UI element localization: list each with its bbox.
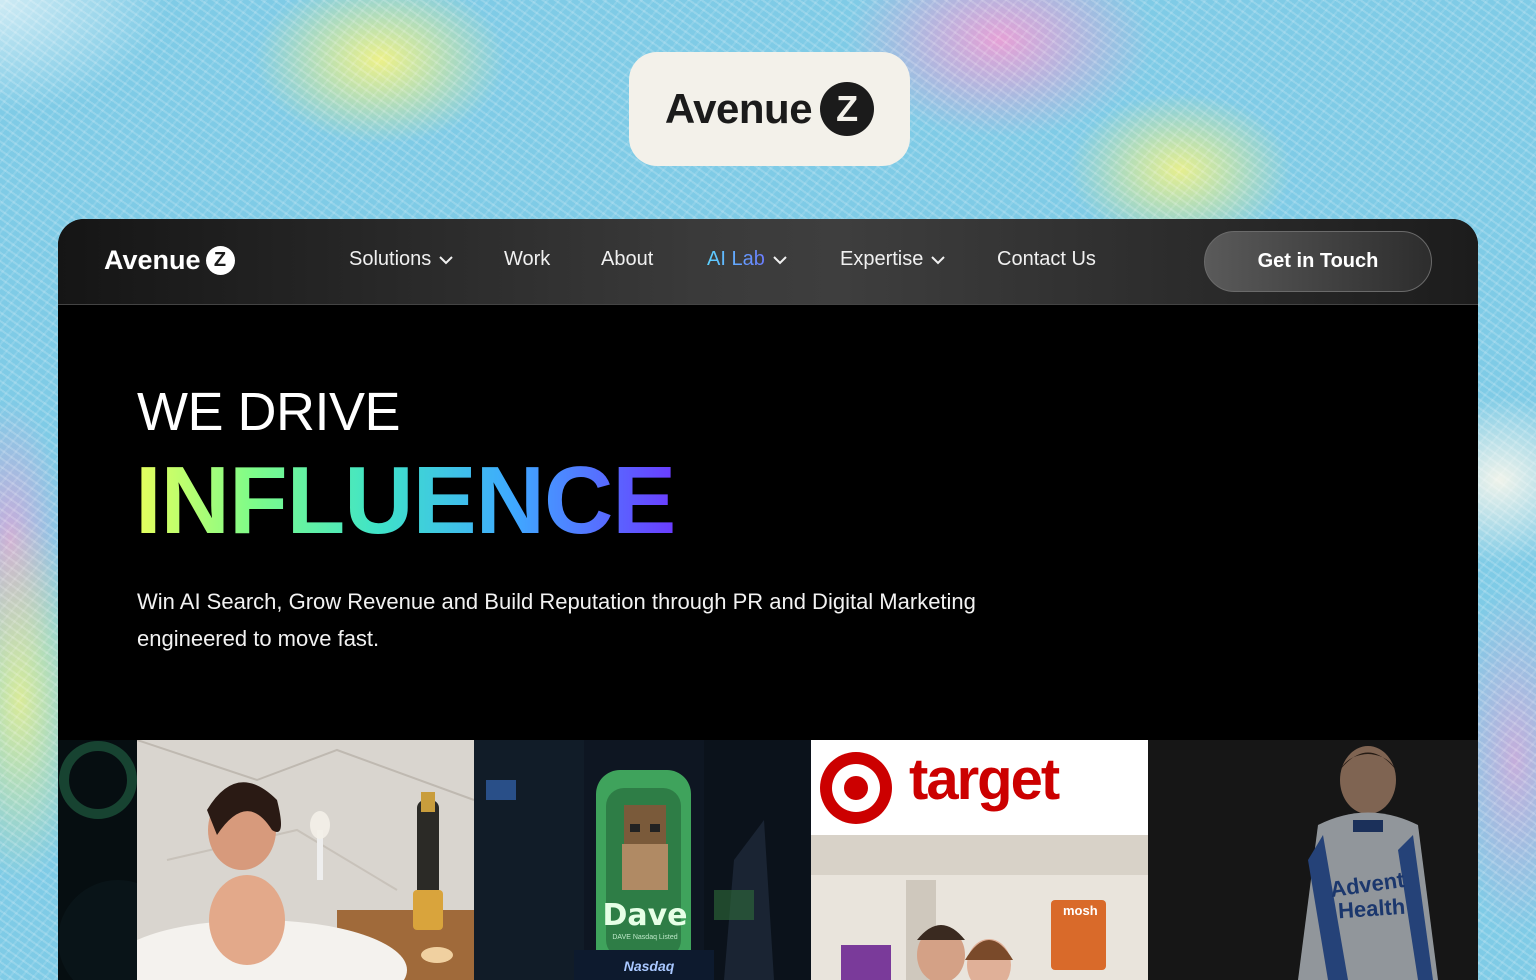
nav-item-label: Solutions <box>349 248 432 270</box>
nav-item-label: AI Lab <box>707 248 765 270</box>
brand-wordmark: Avenue <box>664 85 813 132</box>
nav-item-work[interactable]: Work <box>504 248 550 271</box>
case-tile-champagne[interactable] <box>137 740 474 980</box>
hero-subtitle-line-2: engineered to move fast. <box>137 626 380 651</box>
get-in-touch-button[interactable]: Get in Touch <box>1204 231 1432 292</box>
nav-item-label: Contact Us <box>997 248 1096 270</box>
nav-item-about[interactable]: About <box>601 248 653 271</box>
brand-z-badge: Z <box>820 82 875 136</box>
hero-subtitle: Win AI Search, Grow Revenue and Build Re… <box>137 583 1037 657</box>
store-sign-text: target <box>909 747 1060 812</box>
nav-item-solutions[interactable]: Solutions <box>349 248 454 271</box>
case-tile-dave-nasdaq[interactable]: Dave DAVE Nasdaq Listed Nasdaq <box>474 740 811 980</box>
nasdaq-label: Nasdaq <box>623 958 675 974</box>
nav-item-expertise[interactable]: Expertise <box>840 248 946 271</box>
case-image-times-square-photo <box>474 740 811 980</box>
case-tile-target[interactable]: target mosh <box>811 740 1148 980</box>
nav-logo-wordmark: Avenue <box>104 245 201 275</box>
chevron-down-icon <box>931 255 946 264</box>
case-image-bathtub-photo <box>137 740 474 980</box>
nav-item-label: About <box>601 248 654 270</box>
chevron-down-icon <box>773 255 787 264</box>
brand-logo-card: Avenue Z <box>629 52 910 166</box>
nav-item-label: Expertise <box>840 248 924 270</box>
nav-logo-z-badge: Z <box>205 246 235 275</box>
case-tile-racing-driver[interactable]: Advent Health <box>1148 740 1478 980</box>
nav-item-label: Work <box>504 248 551 270</box>
billboard-brand-text: Dave <box>602 898 688 933</box>
nav-item-ai-lab[interactable]: AI Lab <box>707 248 788 271</box>
left-dim-overlay <box>58 740 137 980</box>
nav-logo[interactable]: Avenue Z <box>104 245 235 276</box>
hero-kicker: WE DRIVE <box>137 382 401 442</box>
hero-title: INFLUENCE <box>135 447 676 554</box>
product-label-text: mosh <box>1063 903 1098 918</box>
chevron-down-icon <box>439 255 453 264</box>
tile-dim-overlay <box>1148 740 1478 980</box>
top-navigation: Avenue Z Solutions Work About AI Lab Exp… <box>58 219 1478 305</box>
billboard-sub-text: DAVE Nasdaq Listed <box>612 934 678 941</box>
case-study-carousel: Dave DAVE Nasdaq Listed Nasdaq target mo… <box>58 740 1478 980</box>
hero-subtitle-line-1: Win AI Search, Grow Revenue and Build Re… <box>137 589 976 614</box>
nav-item-contact-us[interactable]: Contact Us <box>997 248 1096 271</box>
website-frame: Avenue Z Solutions Work About AI Lab Exp… <box>58 219 1478 980</box>
